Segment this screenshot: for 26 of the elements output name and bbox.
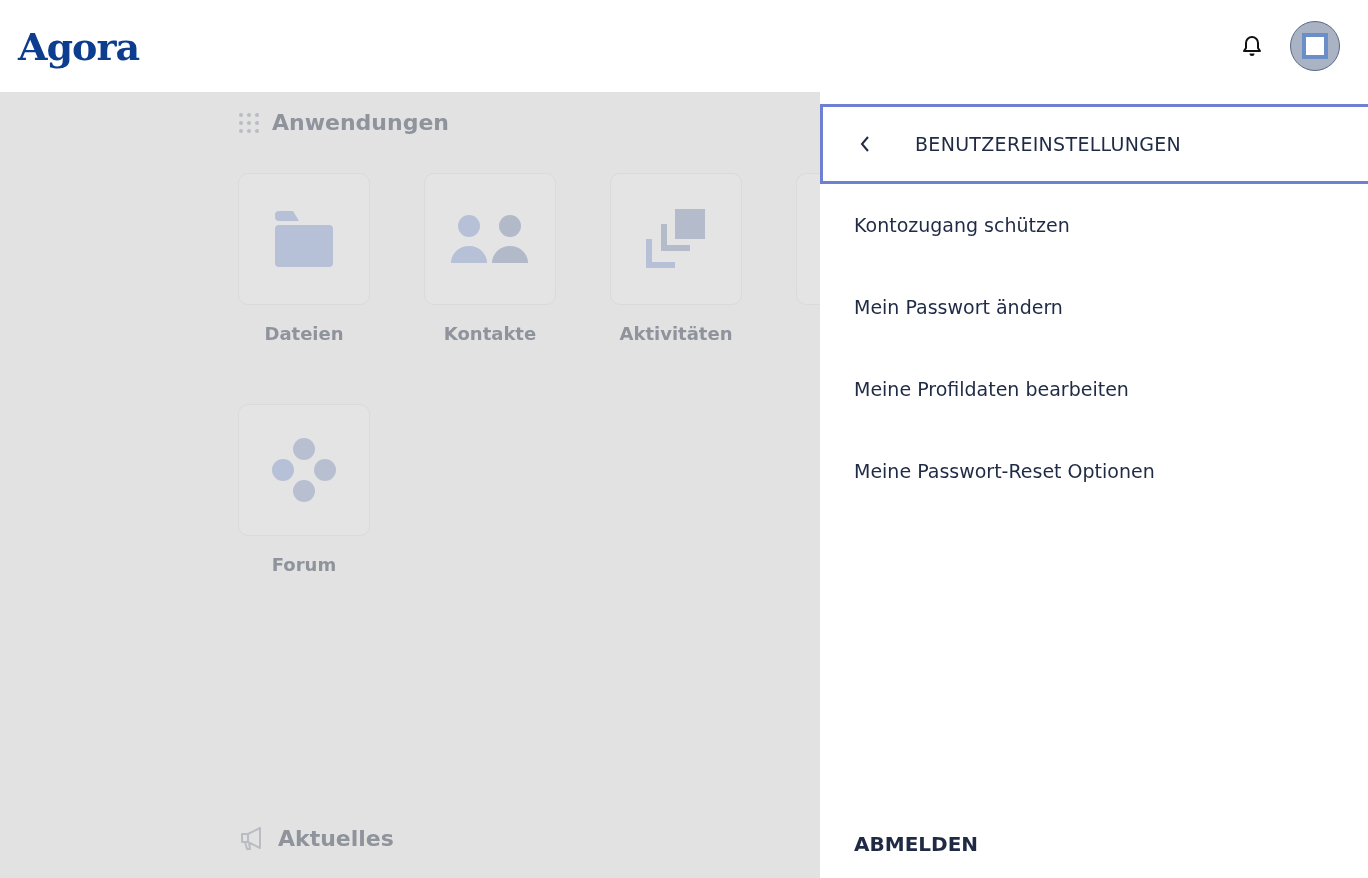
bell-icon[interactable] <box>1242 35 1262 57</box>
app-tile[interactable] <box>796 173 820 305</box>
settings-link[interactable]: Meine Passwort-Reset Optionen <box>820 430 1189 512</box>
app-label: Aktivitäten <box>619 323 733 344</box>
people-icon <box>451 215 529 263</box>
logout-button[interactable]: ABMELDEN <box>854 832 979 856</box>
panel-title: BENUTZEREINSTELLUNGEN <box>915 133 1182 155</box>
settings-link[interactable]: Meine Profildaten bearbeiten <box>820 348 1163 430</box>
settings-link[interactable]: Kontozugang schützen <box>820 184 1104 266</box>
app-label: Kontakte <box>443 323 537 344</box>
avatar[interactable] <box>1290 21 1340 71</box>
app-tile[interactable] <box>238 404 370 536</box>
settings-link[interactable]: Mein Passwort ändern <box>820 266 1097 348</box>
stacked-squares-icon <box>646 209 706 269</box>
logo[interactable]: Agora <box>18 23 140 69</box>
app-tile[interactable] <box>424 173 556 305</box>
back-button[interactable] <box>859 135 871 153</box>
app-label: Forum <box>271 554 337 575</box>
app-tile[interactable] <box>610 173 742 305</box>
section-title: Anwendungen <box>272 110 449 135</box>
app-tile[interactable] <box>238 173 370 305</box>
app-label: Dateien <box>264 323 344 344</box>
dots-icon <box>272 438 336 502</box>
section-title: Aktuelles <box>278 826 394 851</box>
grid-dots-icon <box>238 111 260 134</box>
folder-icon <box>274 211 334 267</box>
